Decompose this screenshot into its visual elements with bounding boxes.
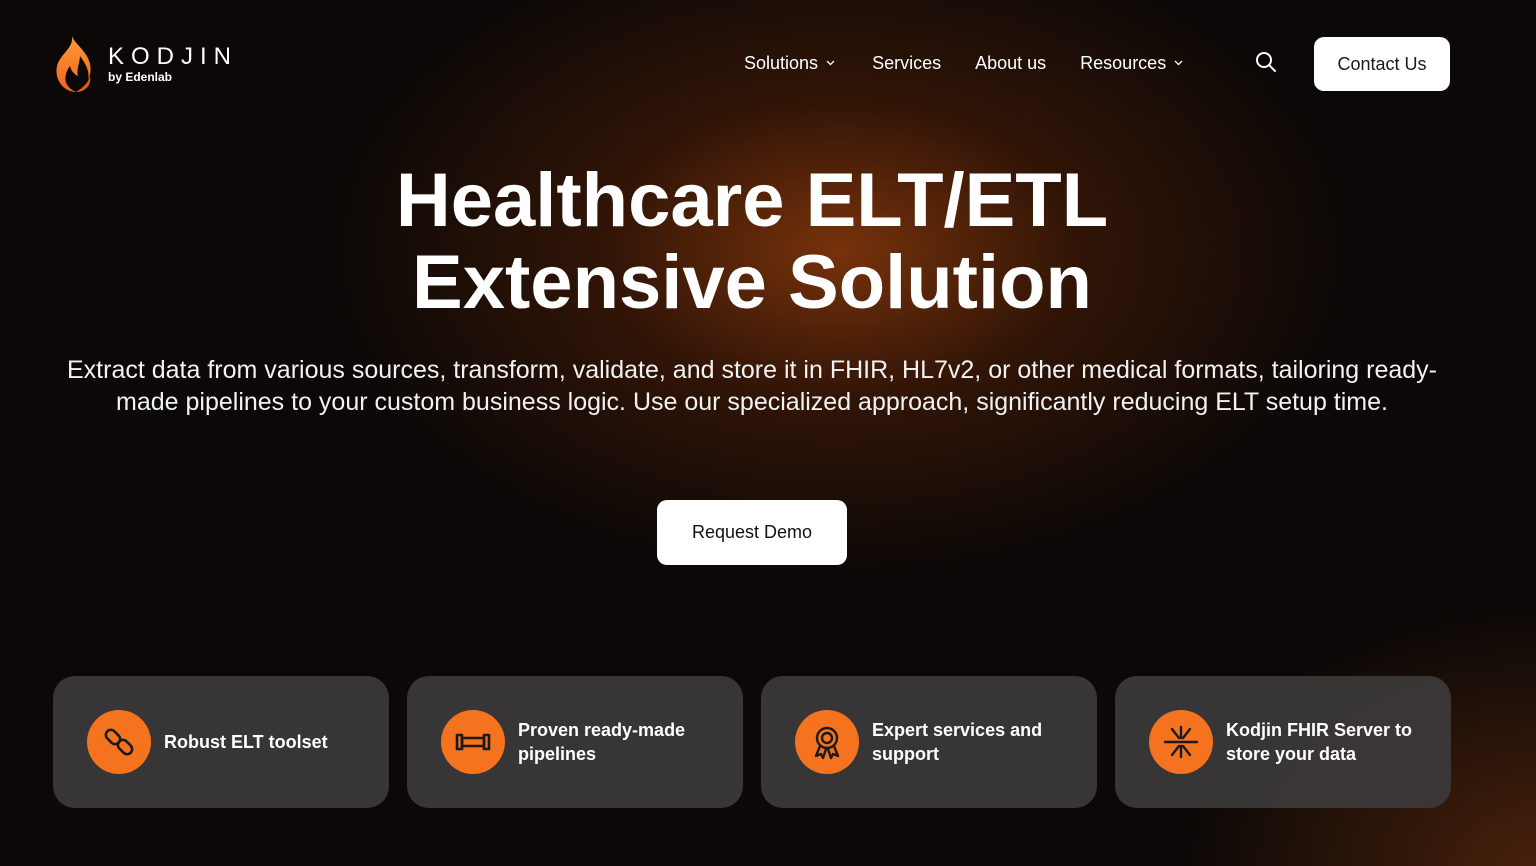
feature-icon-badge (441, 710, 505, 774)
feature-icon-badge (1149, 710, 1213, 774)
feature-icon-badge (795, 710, 859, 774)
feature-card-expert-services[interactable]: Expert services and support (761, 676, 1097, 808)
fhir-star-icon (1163, 725, 1199, 759)
hero-title-line-1: Healthcare ELT/ETL (395, 158, 1109, 243)
search-icon[interactable] (1254, 50, 1278, 74)
award-ribbon-icon (814, 726, 840, 760)
feature-card-label: Kodjin FHIR Server to store your data (1226, 720, 1413, 764)
pipeline-icon (455, 733, 491, 751)
feature-card-label: Expert services and support (872, 720, 1043, 764)
feature-card-pipelines[interactable]: Proven ready-made pipelines (407, 676, 743, 808)
request-demo-button[interactable]: Request Demo (657, 500, 847, 565)
feature-cards: Robust ELT toolset Proven ready-made pip… (53, 676, 1451, 808)
brand-logo[interactable]: KODJIN by Edenlab (52, 34, 238, 94)
feature-card-label: Proven ready-made pipelines (518, 720, 686, 764)
chevron-down-icon (1174, 60, 1183, 66)
nav-item-about-us[interactable]: About us (975, 50, 1046, 76)
flame-icon (56, 36, 91, 92)
hero-description: Extract data from various sources, trans… (67, 356, 1437, 416)
feature-icon-badge (87, 710, 151, 774)
nav-item-label: Solutions (744, 53, 819, 73)
nav-item-solutions[interactable]: Solutions (744, 50, 835, 76)
nav-item-label: About us (975, 53, 1047, 73)
feature-card-elt-toolset[interactable]: Robust ELT toolset (53, 676, 389, 808)
feature-card-label: Robust ELT toolset (164, 732, 328, 752)
brand-name: KODJIN (108, 43, 239, 70)
brand-subtitle: by Edenlab (108, 70, 173, 84)
contact-us-button[interactable]: Contact Us (1314, 37, 1450, 91)
feature-card-fhir-server[interactable]: Kodjin FHIR Server to store your data (1115, 676, 1451, 808)
nav-item-label: Resources (1080, 53, 1167, 73)
nav-item-services[interactable]: Services (872, 50, 941, 76)
link-chain-icon (104, 728, 134, 756)
main-nav: Solutions Services About us Resources (744, 50, 1183, 76)
hero-title-line-2: Extensive Solution (412, 240, 1092, 325)
nav-item-resources[interactable]: Resources (1080, 50, 1183, 76)
hero-title: Healthcare ELT/ETL Extensive Solution (0, 160, 1504, 324)
nav-item-label: Services (872, 53, 942, 73)
chevron-down-icon (826, 60, 835, 66)
